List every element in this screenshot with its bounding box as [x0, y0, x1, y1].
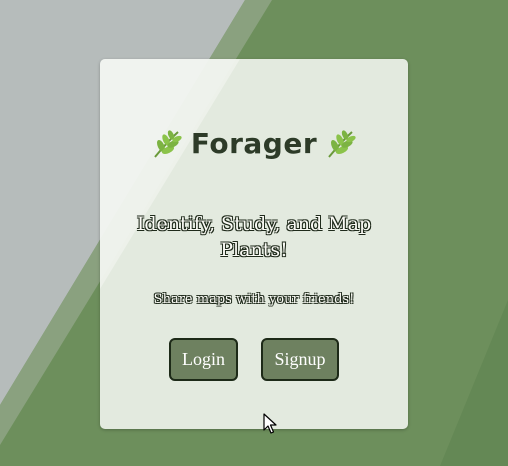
login-card: Forager Identify, Study, and Map Plants!… — [100, 59, 408, 429]
signup-button[interactable]: Signup — [261, 338, 339, 381]
leaf-icon — [325, 128, 357, 160]
app-title: Forager — [190, 127, 318, 160]
share-subtext: Share maps with your friends! — [153, 292, 355, 307]
mouse-pointer-icon — [263, 413, 277, 434]
login-button[interactable]: Login — [169, 338, 238, 381]
tagline: Identify, Study, and Map Plants! — [136, 213, 372, 261]
leaf-icon — [151, 128, 183, 160]
brand-header: Forager — [100, 127, 408, 160]
